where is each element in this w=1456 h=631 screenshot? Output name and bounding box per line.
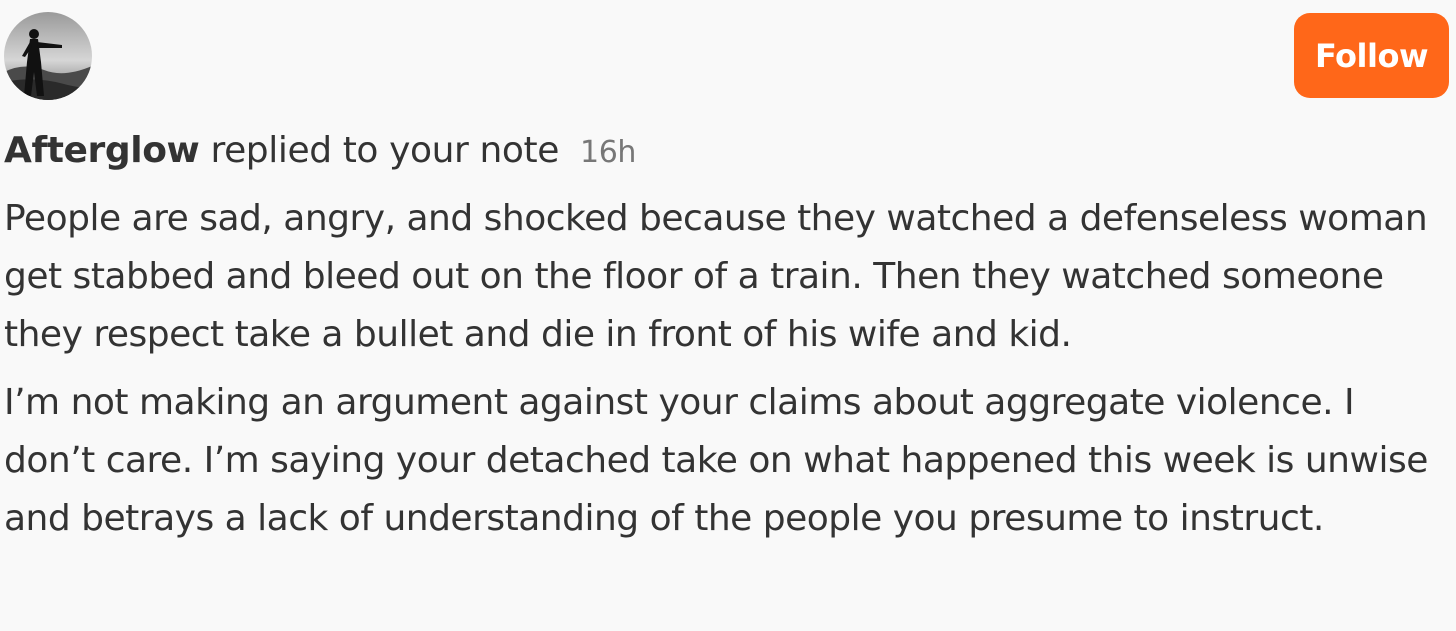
- reply-paragraph: I’m not making an argument against your …: [4, 382, 1428, 539]
- follow-button[interactable]: Follow: [1294, 13, 1449, 98]
- avatar[interactable]: [4, 12, 92, 100]
- reply-body: People are sad, angry, and shocked becau…: [4, 190, 1444, 548]
- timestamp[interactable]: 16h: [580, 135, 636, 170]
- reply-paragraph: People are sad, angry, and shocked becau…: [4, 198, 1428, 355]
- note-header: Afterglow replied to your note 16h: [4, 126, 636, 178]
- avatar-image: [4, 12, 92, 100]
- author-name[interactable]: Afterglow: [4, 130, 200, 171]
- reply-action-label: replied to your note: [210, 130, 559, 171]
